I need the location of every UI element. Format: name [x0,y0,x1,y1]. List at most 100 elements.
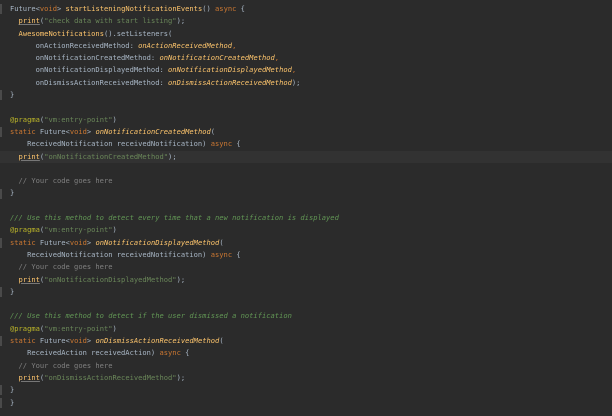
code-token: async [215,4,237,13]
code-token: ) [112,323,117,333]
code-line[interactable]: print("check data with start listing"); [10,15,339,27]
code-token: onNotificationCreatedMethod: [10,53,160,63]
code-line[interactable]: /// Use this method to detect every time… [10,212,339,224]
code-line[interactable]: /// Use this method to detect if the use… [10,310,339,322]
fold-marker[interactable] [0,397,2,408]
code-line[interactable]: onActionReceivedMethod: onActionReceived… [10,40,339,52]
code-token: void [69,126,87,136]
code-line[interactable]: static Future<void> onDismissActionRecei… [10,335,339,347]
code-token: onDismissActionReceivedMethod [95,336,220,346]
code-token: ); [291,77,301,87]
code-line[interactable]: } [10,89,339,101]
code-token: , [232,40,237,50]
code-token: ); [176,16,186,26]
code-line[interactable]: } [10,384,339,396]
code-token: print [18,151,40,161]
code-editor[interactable]: Future<void> startListeningNotificationE… [0,0,612,416]
code-token: void [69,237,87,247]
code-line[interactable] [10,101,339,113]
code-line[interactable]: } [10,187,339,199]
code-token: { [232,139,241,149]
code-token: ) [112,114,117,124]
fold-marker[interactable] [0,237,2,248]
code-token: } [10,90,15,100]
code-token: "onNotificationDisplayedMethod" [44,274,177,284]
code-token: ReceivedNotification receivedNotificatio… [10,249,211,259]
code-token: /// Use this method to detect if the use… [10,311,292,321]
code-line[interactable]: } [10,397,339,409]
code-line[interactable]: ReceivedNotification receivedNotificatio… [10,138,339,150]
code-token: onNotificationCreatedMethod [159,53,275,63]
code-token: void [69,336,87,346]
code-token: // Your code goes here [10,360,113,370]
code-token: print [18,372,40,382]
code-line[interactable]: print("onNotificationCreatedMethod"); [10,151,339,163]
code-token: // Your code goes here [10,176,113,186]
code-line[interactable]: static Future<void> onNotificationDispla… [10,237,339,249]
code-line[interactable]: ReceivedNotification receivedNotificatio… [10,249,339,261]
code-line[interactable]: onNotificationCreatedMethod: onNotificat… [10,52,339,64]
code-line[interactable]: static Future<void> onNotificationCreate… [10,126,339,138]
code-line[interactable]: } [10,286,339,298]
code-token: { [236,4,245,13]
fold-marker[interactable] [0,188,2,199]
code-line[interactable]: @pragma("vm:entry-point") [10,224,339,236]
code-line[interactable]: print("onDismissActionReceivedMethod"); [10,372,339,384]
code-token: } [10,397,15,407]
code-token: { [232,249,241,259]
fold-marker[interactable] [0,127,2,137]
code-line[interactable]: ReceivedAction receivedAction) async { [10,347,339,359]
code-token: "vm:entry-point" [44,114,113,124]
fold-marker[interactable] [0,385,2,396]
code-token: "check data with start listing" [44,16,177,26]
code-line[interactable]: // Your code goes here [10,175,339,187]
code-line[interactable]: onNotificationDisplayedMethod: onNotific… [10,64,339,76]
code-token: // Your code goes here [10,262,113,272]
code-line[interactable]: // Your code goes here [10,261,339,273]
code-token: Future< [39,126,70,136]
code-line[interactable] [10,200,339,212]
code-line[interactable]: Future<void> startListeningNotificationE… [10,3,339,15]
code-line[interactable]: // Your code goes here [10,360,339,372]
code-token: /// Use this method to detect every time… [10,213,339,223]
code-token: onNotificationCreatedMethod [95,126,211,136]
code-token: , [291,65,297,75]
code-token: "vm:entry-point" [44,225,113,235]
code-token: onActionReceivedMethod [138,40,233,50]
code-line[interactable]: @pragma("vm:entry-point") [10,323,339,335]
code-token: static [10,126,40,136]
code-token: } [10,385,15,395]
code-token: onDismissActionReceivedMethod: [10,77,169,87]
code-token: ); [168,151,177,161]
code-token: onNotificationDisplayedMethod: [10,65,169,75]
code-line[interactable]: onDismissActionReceivedMethod: onDismiss… [10,77,339,89]
code-token: void [39,4,57,13]
code-token: ( [219,237,224,247]
fold-marker[interactable] [0,4,2,14]
code-token: AwesomeNotifications [18,28,104,38]
fold-marker[interactable] [0,90,2,101]
code-token: } [10,286,15,296]
code-token: , [274,53,280,63]
code-token: onActionReceivedMethod: [10,40,139,50]
code-line[interactable] [10,298,339,310]
code-token: Future< [10,4,40,13]
code-token: async [210,139,233,149]
code-token: print [18,16,40,26]
code-line[interactable] [10,163,339,175]
code-line[interactable]: AwesomeNotifications().setListeners( [10,28,339,40]
code-content[interactable]: Future<void> startListeningNotificationE… [10,3,339,409]
fold-marker[interactable] [0,336,2,347]
code-token: @pragma [10,225,40,235]
code-token: ().setListeners( [103,28,173,38]
code-token: ( [210,126,216,136]
fold-marker[interactable] [0,286,2,297]
code-token: @pragma [10,323,40,333]
code-token: Future< [39,336,70,346]
code-token: print [18,274,40,284]
code-line[interactable]: @pragma("vm:entry-point") [10,114,339,126]
code-token: startListeningNotificationEvents [65,4,203,13]
code-token: () [202,4,216,13]
code-line[interactable]: print("onNotificationDisplayedMethod"); [10,274,339,286]
